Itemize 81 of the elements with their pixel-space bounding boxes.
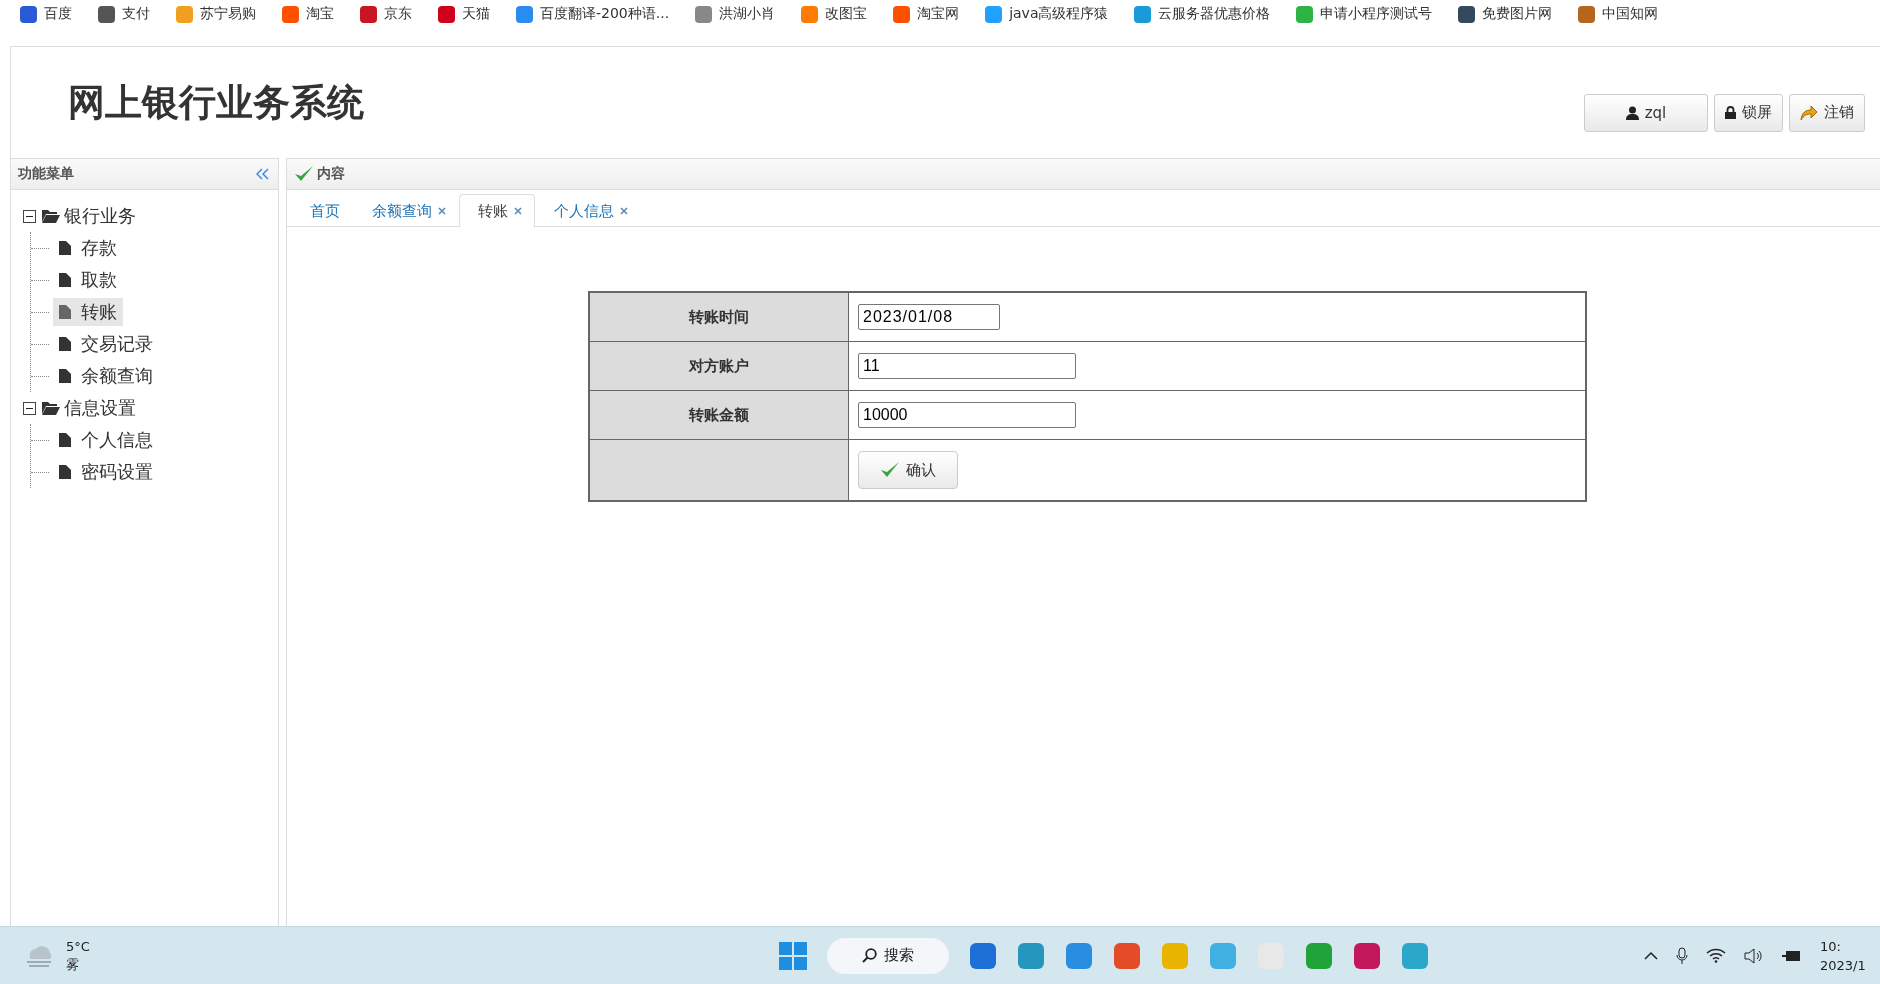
speaker-icon[interactable] bbox=[1744, 947, 1764, 964]
start-icon[interactable] bbox=[779, 941, 807, 970]
wifi-icon[interactable] bbox=[1706, 948, 1726, 963]
bookmark-link[interactable]: 京东 bbox=[360, 5, 412, 23]
bookmark-link[interactable]: 淘宝 bbox=[282, 5, 334, 23]
tree-item[interactable]: 取款 bbox=[53, 266, 123, 294]
tab[interactable]: 转账 bbox=[459, 194, 535, 227]
bookmark-link[interactable]: 洪湖小肖 bbox=[695, 5, 776, 23]
app-icon[interactable] bbox=[1113, 941, 1141, 970]
tree-folder[interactable]: 银行业务 bbox=[64, 204, 136, 228]
bookmark-link[interactable]: 苏宁易购 bbox=[176, 5, 256, 23]
input-field[interactable]: 10000 bbox=[858, 402, 1076, 428]
file-icon bbox=[59, 337, 71, 351]
app-icon[interactable] bbox=[1401, 941, 1429, 970]
search-field[interactable]: 搜索 bbox=[827, 937, 949, 974]
close-icon[interactable] bbox=[620, 207, 628, 215]
file-icon bbox=[59, 433, 71, 447]
field-label: 转账金额 bbox=[589, 390, 849, 440]
tree-item[interactable]: 余额查询 bbox=[53, 362, 159, 390]
app-icon[interactable] bbox=[1065, 941, 1093, 970]
app-icon[interactable] bbox=[1305, 941, 1333, 970]
battery-icon[interactable] bbox=[1782, 948, 1802, 963]
file-icon bbox=[59, 241, 71, 255]
input-field[interactable]: 11 bbox=[858, 353, 1076, 379]
app-icon[interactable] bbox=[1209, 941, 1237, 970]
tree-item[interactable]: 个人信息 bbox=[53, 426, 159, 454]
clock-time[interactable]: 10: bbox=[1820, 936, 1876, 956]
folder-icon bbox=[42, 209, 60, 223]
app-icon[interactable] bbox=[1017, 941, 1045, 970]
app-icon[interactable] bbox=[1353, 941, 1381, 970]
checkmark-icon bbox=[880, 461, 900, 479]
date-field[interactable]: 2023/01/08 bbox=[858, 304, 1000, 330]
clock-date[interactable]: 2023/1 bbox=[1820, 955, 1876, 975]
bookmark-link[interactable]: 天猫 bbox=[438, 5, 490, 23]
weather-condition: 雾 bbox=[66, 955, 80, 974]
bookmark-link[interactable]: 百度翻译-200种语... bbox=[516, 5, 670, 23]
file-icon bbox=[59, 273, 71, 287]
microphone-icon[interactable] bbox=[1676, 946, 1688, 965]
panel-title: 内容 bbox=[317, 165, 345, 183]
header-button[interactable]: 注销 bbox=[1789, 93, 1865, 132]
header-button[interactable]: zql bbox=[1584, 93, 1708, 132]
bookmark-link[interactable]: 淘宝网 bbox=[893, 5, 960, 23]
user-icon bbox=[1625, 105, 1639, 120]
app-title: 网上银行业务系统 bbox=[68, 79, 364, 126]
field-label: 转账时间 bbox=[589, 292, 849, 342]
app-icon[interactable] bbox=[969, 941, 997, 970]
panel-title: 功能菜单 bbox=[18, 165, 74, 183]
close-icon[interactable] bbox=[438, 207, 446, 215]
bookmark-link[interactable]: 百度 bbox=[20, 5, 72, 23]
bookmark-link[interactable]: 中国知网 bbox=[1578, 5, 1659, 23]
bookmark-link[interactable]: java高级程序猿 bbox=[985, 5, 1109, 23]
bookmark-link[interactable]: 改图宝 bbox=[801, 5, 868, 23]
lock-icon bbox=[1725, 106, 1736, 119]
bookmark-link[interactable]: 云服务器优惠价格 bbox=[1134, 5, 1271, 23]
checkmark-icon bbox=[294, 165, 314, 183]
folder-icon bbox=[42, 401, 60, 415]
collapse-panel-icon[interactable] bbox=[256, 168, 270, 180]
bookmark-link[interactable]: 支付 bbox=[98, 5, 150, 23]
file-icon bbox=[59, 369, 71, 383]
confirm-button[interactable]: 确认 bbox=[858, 451, 958, 489]
collapse-icon[interactable] bbox=[23, 401, 36, 415]
close-icon[interactable] bbox=[514, 207, 522, 215]
field-label: 对方账户 bbox=[589, 341, 849, 391]
tree-folder[interactable]: 信息设置 bbox=[64, 396, 136, 420]
tree-item[interactable]: 密码设置 bbox=[53, 458, 159, 486]
bookmark-link[interactable]: 免费图片网 bbox=[1458, 5, 1553, 23]
tree-item[interactable]: 存款 bbox=[53, 234, 123, 262]
file-icon bbox=[59, 305, 71, 319]
file-icon bbox=[59, 465, 71, 479]
arrow-icon bbox=[1800, 104, 1818, 121]
chevron-up-icon[interactable] bbox=[1644, 951, 1658, 960]
search-icon bbox=[862, 948, 877, 963]
tree-item[interactable]: 交易记录 bbox=[53, 330, 159, 358]
bookmark-link[interactable]: 申请小程序测试号 bbox=[1296, 5, 1433, 23]
tab[interactable]: 个人信息 bbox=[535, 194, 641, 227]
header-button[interactable]: 锁屏 bbox=[1714, 93, 1783, 132]
tab[interactable]: 余额查询 bbox=[353, 194, 459, 227]
collapse-icon[interactable] bbox=[23, 209, 36, 223]
tree-item[interactable]: 转账 bbox=[53, 298, 123, 326]
tab[interactable]: 首页 bbox=[291, 194, 353, 227]
temperature: 5°C bbox=[66, 937, 90, 956]
